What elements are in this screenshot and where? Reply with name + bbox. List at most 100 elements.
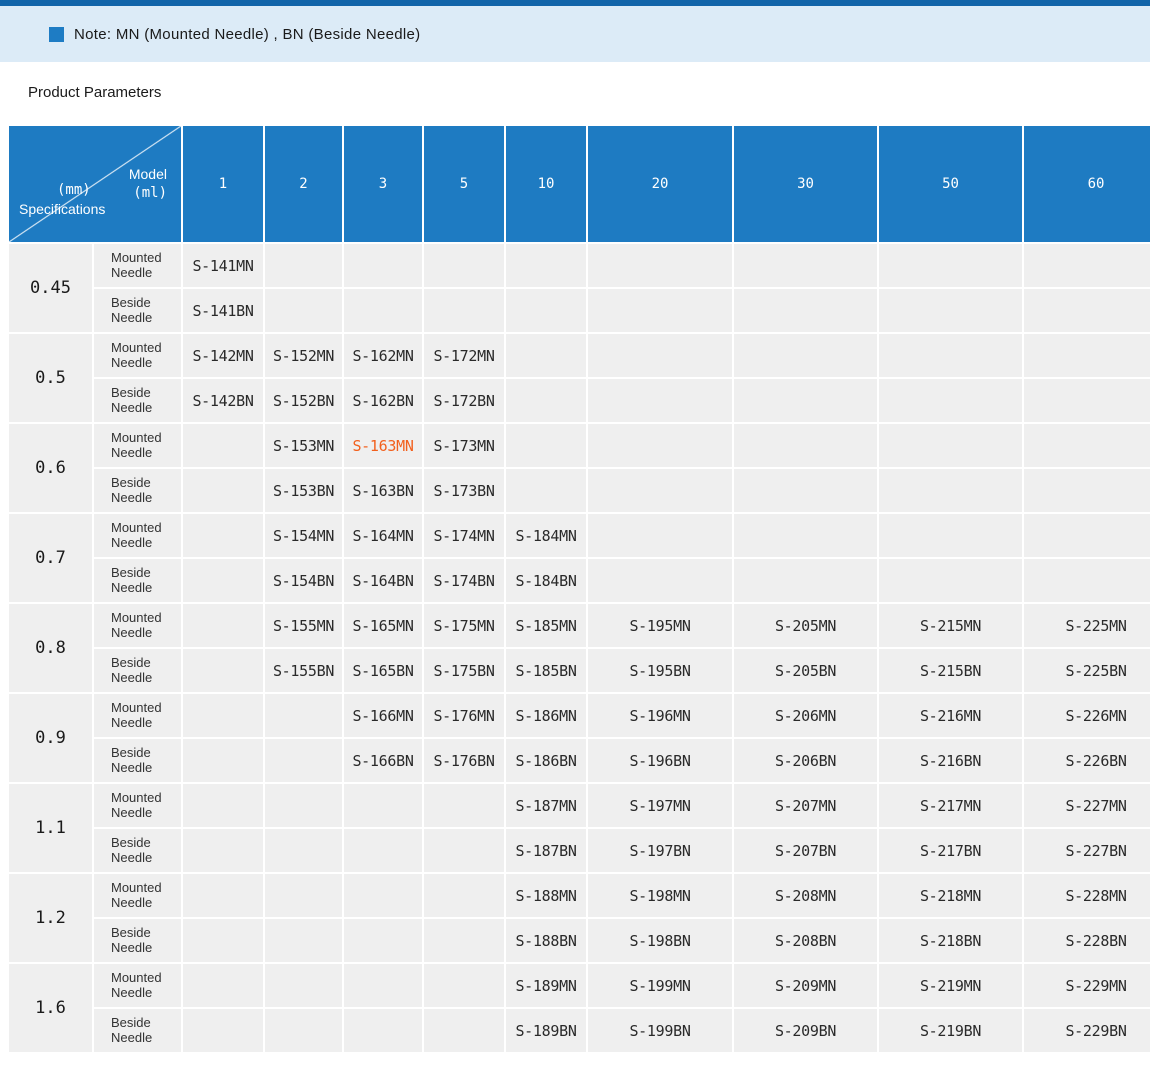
empty-cell (1024, 334, 1150, 377)
table-row-0.5-bn: Beside NeedleS-142BNS-152BNS-162BNS-172B… (9, 379, 1150, 422)
model-cell: S-155BN (265, 649, 342, 692)
model-cell: S-176BN (424, 739, 504, 782)
spec-cell: 0.45 (9, 244, 92, 332)
model-cell: S-189MN (506, 964, 586, 1007)
model-cell: S-205BN (734, 649, 877, 692)
model-cell: S-198BN (588, 919, 732, 962)
needle-type-cell: Mounted Needle (94, 874, 181, 917)
spec-cell: 1.6 (9, 964, 92, 1052)
needle-type-label: Beside Needle (111, 656, 173, 686)
model-cell: S-206MN (734, 694, 877, 737)
model-cell: S-187MN (506, 784, 586, 827)
model-cell: S-153BN (265, 469, 342, 512)
empty-cell (183, 469, 263, 512)
needle-type-cell: Beside Needle (94, 919, 181, 962)
empty-cell (879, 559, 1022, 602)
empty-cell (734, 469, 877, 512)
corner-mm-unit: (mm) (57, 182, 91, 200)
corner-model-label: Model (129, 166, 167, 184)
table-row-0.8-bn: Beside NeedleS-155BNS-165BNS-175BNS-185B… (9, 649, 1150, 692)
empty-cell (265, 739, 342, 782)
needle-type-cell: Beside Needle (94, 1009, 181, 1052)
empty-cell (1024, 379, 1150, 422)
model-cell: S-162MN (344, 334, 422, 377)
empty-cell (734, 424, 877, 467)
needle-type-cell: Mounted Needle (94, 514, 181, 557)
empty-cell (265, 784, 342, 827)
empty-cell (588, 244, 732, 287)
spec-cell: 1.2 (9, 874, 92, 962)
model-cell: S-199BN (588, 1009, 732, 1052)
table-row-1.1-bn: Beside NeedleS-187BNS-197BNS-207BNS-217B… (9, 829, 1150, 872)
model-cell: S-141BN (183, 289, 263, 332)
empty-cell (183, 739, 263, 782)
empty-cell (424, 874, 504, 917)
needle-type-label: Mounted Needle (111, 881, 173, 911)
needle-type-label: Beside Needle (111, 746, 173, 776)
model-cell: S-163BN (344, 469, 422, 512)
empty-cell (344, 829, 422, 872)
needle-type-cell: Mounted Needle (94, 424, 181, 467)
model-cell: S-155MN (265, 604, 342, 647)
empty-cell (1024, 244, 1150, 287)
model-cell: S-218BN (879, 919, 1022, 962)
table-row-0.8-mn: 0.8Mounted NeedleS-155MNS-165MNS-175MNS-… (9, 604, 1150, 647)
column-header-1ml: 1 (183, 126, 263, 242)
model-cell: S-229BN (1024, 1009, 1150, 1052)
empty-cell (424, 289, 504, 332)
needle-type-cell: Beside Needle (94, 559, 181, 602)
model-cell: S-172BN (424, 379, 504, 422)
model-cell: S-166MN (344, 694, 422, 737)
empty-cell (183, 514, 263, 557)
empty-cell (424, 919, 504, 962)
model-cell: S-197BN (588, 829, 732, 872)
table-row-0.9-mn: 0.9Mounted NeedleS-166MNS-176MNS-186MNS-… (9, 694, 1150, 737)
header-row: Model (ml) (mm) Specifications 123510203… (9, 126, 1150, 242)
empty-cell (344, 874, 422, 917)
model-cell: S-216BN (879, 739, 1022, 782)
model-cell: S-196MN (588, 694, 732, 737)
model-cell: S-227BN (1024, 829, 1150, 872)
model-cell: S-219MN (879, 964, 1022, 1007)
model-cell: S-207BN (734, 829, 877, 872)
empty-cell (506, 424, 586, 467)
empty-cell (344, 1009, 422, 1052)
model-cell: S-228MN (1024, 874, 1150, 917)
model-cell: S-153MN (265, 424, 342, 467)
table-body: 0.45Mounted NeedleS-141MNBeside NeedleS-… (9, 244, 1150, 1052)
needle-type-cell: Beside Needle (94, 469, 181, 512)
model-cell: S-226MN (1024, 694, 1150, 737)
needle-type-cell: Mounted Needle (94, 964, 181, 1007)
empty-cell (588, 334, 732, 377)
model-cell: S-165BN (344, 649, 422, 692)
model-cell: S-152BN (265, 379, 342, 422)
empty-cell (588, 424, 732, 467)
model-cell: S-172MN (424, 334, 504, 377)
note-bullet-icon (49, 27, 64, 42)
needle-type-label: Mounted Needle (111, 971, 173, 1001)
table-row-1.6-bn: Beside NeedleS-189BNS-199BNS-209BNS-219B… (9, 1009, 1150, 1052)
model-cell: S-225MN (1024, 604, 1150, 647)
model-cell: S-154MN (265, 514, 342, 557)
empty-cell (265, 829, 342, 872)
model-cell: S-187BN (506, 829, 586, 872)
empty-cell (183, 919, 263, 962)
empty-cell (879, 514, 1022, 557)
model-cell: S-197MN (588, 784, 732, 827)
corner-specifications-label: Specifications (19, 201, 105, 219)
empty-cell (879, 334, 1022, 377)
model-cell: S-215MN (879, 604, 1022, 647)
empty-cell (506, 469, 586, 512)
needle-type-label: Beside Needle (111, 566, 173, 596)
model-cell[interactable]: S-163MN (344, 424, 422, 467)
empty-cell (734, 514, 877, 557)
model-cell: S-184MN (506, 514, 586, 557)
empty-cell (1024, 469, 1150, 512)
model-cell: S-215BN (879, 649, 1022, 692)
empty-cell (506, 289, 586, 332)
empty-cell (1024, 289, 1150, 332)
column-header-50ml: 50 (879, 126, 1022, 242)
empty-cell (265, 244, 342, 287)
model-cell: S-184BN (506, 559, 586, 602)
table-row-1.1-mn: 1.1Mounted NeedleS-187MNS-197MNS-207MNS-… (9, 784, 1150, 827)
